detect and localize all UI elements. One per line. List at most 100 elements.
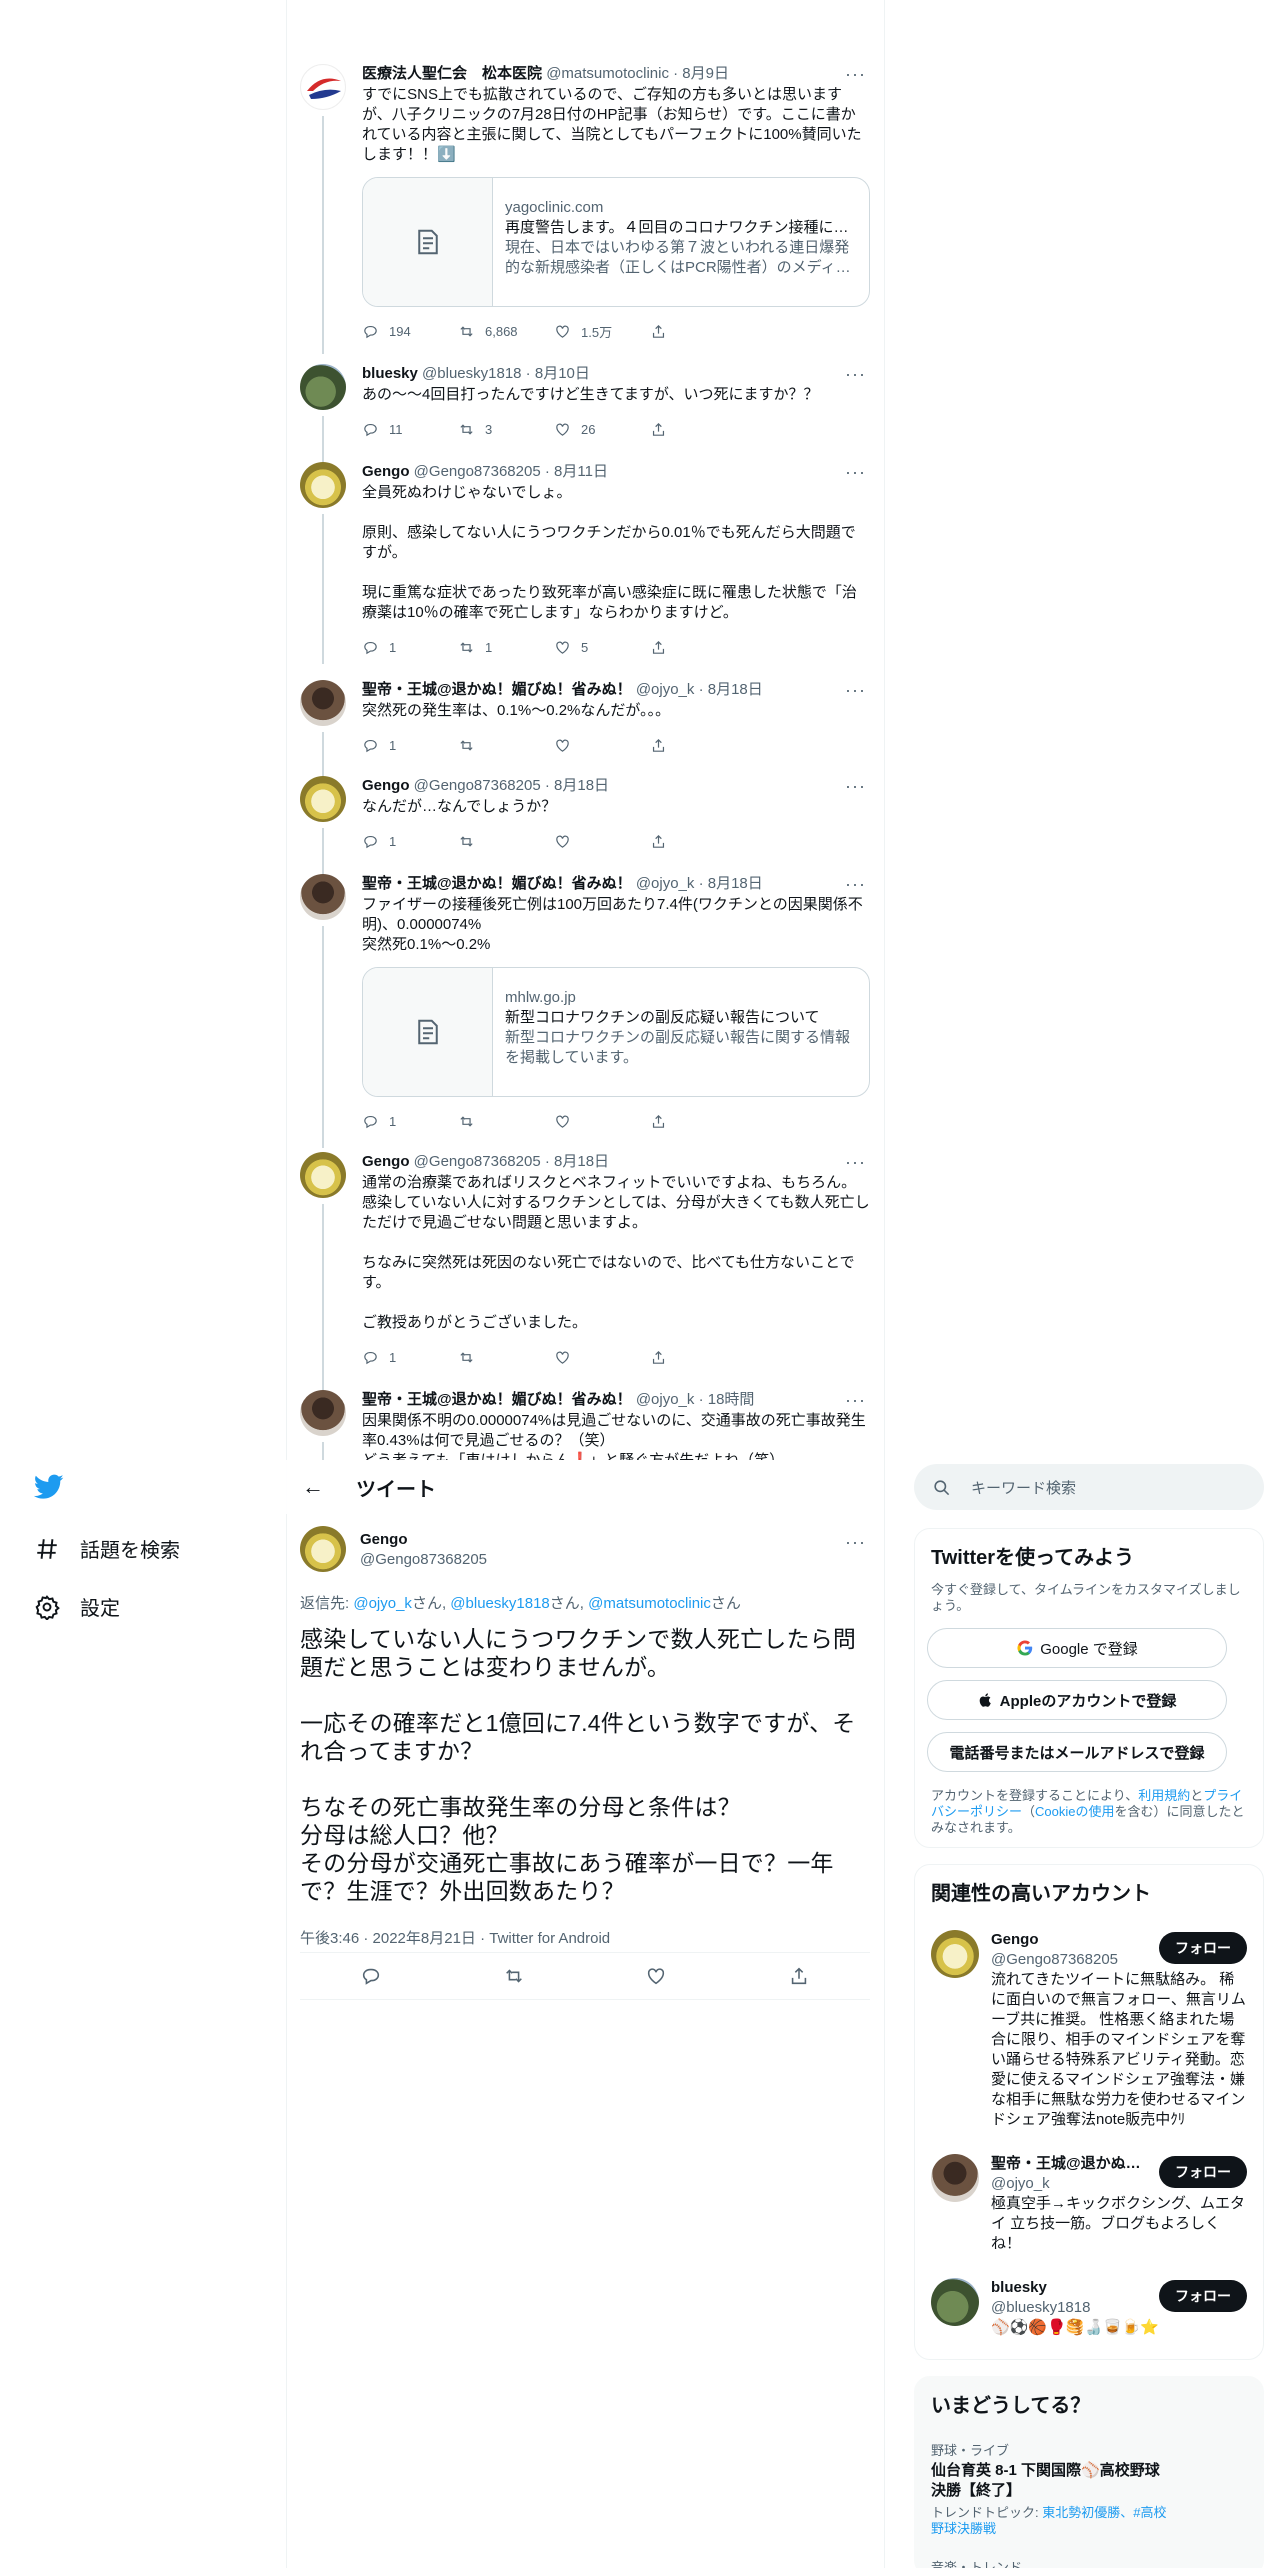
like-button[interactable] bbox=[554, 833, 650, 850]
twitter-logo[interactable] bbox=[33, 1474, 64, 1505]
reply-button[interactable]: 1 bbox=[362, 639, 458, 656]
thread-tweet[interactable]: 医療法人聖仁会 松本医院 @matsumotoclinic · 8月9日 ···… bbox=[300, 64, 870, 354]
account-cell[interactable]: Gengo @Gengo87368205 フォロー 流れてきたツイートに無駄絡み。… bbox=[915, 1918, 1263, 2142]
share-button[interactable] bbox=[650, 1113, 746, 1130]
share-button[interactable] bbox=[650, 833, 746, 850]
author-name[interactable]: Gengo bbox=[360, 1530, 870, 1550]
retweet-button[interactable]: 1 bbox=[458, 639, 554, 656]
retweet-icon[interactable] bbox=[503, 1965, 525, 1987]
reply-to-link[interactable]: @ojyo_k bbox=[353, 1595, 412, 1612]
author-name[interactable]: 聖帝・王城@退かぬ！媚びぬ！省みぬ！ bbox=[362, 681, 632, 698]
avatar[interactable] bbox=[931, 2278, 979, 2326]
reply-button[interactable]: 1 bbox=[362, 1349, 458, 1366]
tweet-date[interactable]: 18時間 bbox=[708, 1391, 755, 1408]
retweet-button[interactable] bbox=[458, 833, 554, 850]
more-icon[interactable]: ··· bbox=[845, 462, 866, 483]
retweet-button[interactable] bbox=[458, 1349, 554, 1366]
avatar[interactable] bbox=[300, 776, 346, 822]
retweet-button[interactable]: 6,868 bbox=[458, 323, 554, 340]
thread-tweet[interactable]: bluesky @bluesky1818 · 8月10日 ··· あの〜〜4回目… bbox=[300, 364, 870, 464]
like-button[interactable] bbox=[554, 1349, 650, 1366]
nav-explore[interactable]: 話題を検索 bbox=[34, 1534, 180, 1563]
more-icon[interactable]: ··· bbox=[845, 776, 866, 797]
share-button[interactable] bbox=[650, 737, 746, 754]
like-button[interactable]: 26 bbox=[554, 421, 650, 438]
like-button[interactable]: 1.5万 bbox=[554, 322, 650, 341]
reply-button[interactable]: 1 bbox=[362, 1113, 458, 1130]
author-name[interactable]: 聖帝・王城@退かぬ！媚びぬ！省みぬ！ bbox=[362, 1391, 632, 1408]
avatar[interactable] bbox=[300, 64, 346, 110]
thread-tweet[interactable]: 聖帝・王城@退かぬ！媚びぬ！省みぬ！ @ojyo_k · 8月18日 ··· フ… bbox=[300, 874, 870, 1148]
avatar[interactable] bbox=[300, 1152, 346, 1198]
reply-button[interactable]: 11 bbox=[362, 421, 458, 438]
reply-icon[interactable] bbox=[360, 1965, 382, 1987]
link-card[interactable]: yagoclinic.com 再度警告します。４回目のコロナワクチン接種に… 現… bbox=[362, 177, 870, 307]
like-button[interactable] bbox=[554, 737, 650, 754]
back-arrow-icon[interactable]: ← bbox=[302, 1474, 342, 1500]
apple-signup-button[interactable]: Appleのアカウントで登録 bbox=[927, 1680, 1227, 1720]
phone-email-signup-button[interactable]: 電話番号またはメールアドレスで登録 bbox=[927, 1732, 1227, 1772]
avatar[interactable] bbox=[931, 2154, 979, 2202]
tweet-date[interactable]: 8月9日 bbox=[682, 65, 729, 82]
like-button[interactable]: 5 bbox=[554, 639, 650, 656]
share-button[interactable] bbox=[650, 421, 746, 438]
tweet-date[interactable]: 8月18日 bbox=[554, 777, 609, 794]
author-handle[interactable]: @ojyo_k bbox=[636, 1391, 695, 1408]
avatar[interactable] bbox=[931, 1930, 979, 1978]
thread-tweet[interactable]: 聖帝・王城@退かぬ！媚びぬ！省みぬ！ @ojyo_k · 8月18日 ··· 突… bbox=[300, 680, 870, 780]
author-name[interactable]: Gengo bbox=[362, 1153, 410, 1170]
more-icon[interactable]: ··· bbox=[845, 874, 866, 895]
share-button[interactable] bbox=[650, 323, 746, 340]
link-card[interactable]: mhlw.go.jp 新型コロナワクチンの副反応疑い報告について 新型コロナワク… bbox=[362, 967, 870, 1097]
follow-button[interactable]: フォロー bbox=[1159, 2280, 1247, 2312]
tweet-date[interactable]: 8月18日 bbox=[708, 875, 763, 892]
tweet-date[interactable]: 8月11日 bbox=[554, 463, 608, 480]
author-handle[interactable]: @ojyo_k bbox=[636, 875, 695, 892]
thread-tweet[interactable]: 聖帝・王城@退かぬ！媚びぬ！省みぬ！ @ojyo_k · 18時間 ··· 因果… bbox=[300, 1390, 870, 1460]
more-icon[interactable]: ··· bbox=[845, 1152, 866, 1173]
reply-to-link[interactable]: @matsumotoclinic bbox=[588, 1595, 711, 1612]
share-button[interactable] bbox=[650, 1349, 746, 1366]
heart-icon[interactable] bbox=[645, 1965, 667, 1987]
search-input[interactable]: キーワード検索 bbox=[914, 1464, 1264, 1510]
retweet-button[interactable] bbox=[458, 1113, 554, 1130]
retweet-button[interactable] bbox=[458, 737, 554, 754]
author-name[interactable]: 聖帝・王城@退かぬ！媚びぬ！省みぬ！ bbox=[362, 875, 632, 892]
google-signup-button[interactable]: Google で登録 bbox=[927, 1628, 1227, 1668]
author-name[interactable]: Gengo bbox=[362, 777, 410, 794]
retweet-button[interactable]: 3 bbox=[458, 421, 554, 438]
author-handle[interactable]: @ojyo_k bbox=[636, 681, 695, 698]
author-name[interactable]: bluesky bbox=[362, 365, 418, 382]
author-name[interactable]: Gengo bbox=[362, 463, 410, 480]
author-handle[interactable]: @Gengo87368205 bbox=[414, 1153, 541, 1170]
tweet-date[interactable]: 8月10日 bbox=[535, 365, 590, 382]
tweet-date[interactable]: 8月18日 bbox=[554, 1153, 609, 1170]
avatar[interactable] bbox=[300, 680, 346, 726]
author-handle[interactable]: @bluesky1818 bbox=[422, 365, 521, 382]
more-icon[interactable]: ··· bbox=[845, 1532, 866, 1553]
share-button[interactable] bbox=[650, 639, 746, 656]
like-button[interactable] bbox=[554, 1113, 650, 1130]
author-handle[interactable]: @Gengo87368205 bbox=[414, 463, 541, 480]
reply-button[interactable]: 1 bbox=[362, 737, 458, 754]
thread-tweet[interactable]: Gengo @Gengo87368205 · 8月18日 ··· 通常の治療薬で… bbox=[300, 1152, 870, 1390]
follow-button[interactable]: フォロー bbox=[1159, 2156, 1247, 2188]
avatar[interactable] bbox=[300, 874, 346, 920]
tweet-timestamp[interactable]: 午後3:46 · 2022年8月21日 · Twitter for Androi… bbox=[300, 1927, 870, 1948]
author-name[interactable]: 医療法人聖仁会 松本医院 bbox=[362, 65, 542, 82]
cookie-link[interactable]: Cookieの使用 bbox=[1035, 1804, 1114, 1819]
share-icon[interactable] bbox=[788, 1965, 810, 1987]
reply-button[interactable]: 1 bbox=[362, 833, 458, 850]
author-handle[interactable]: @matsumotoclinic bbox=[546, 65, 669, 82]
account-cell[interactable]: bluesky @bluesky1818 フォロー ⚾️⚽️🏀🥊🥞🍶🥃🍺⭐ bbox=[915, 2266, 1263, 2350]
account-cell[interactable]: 聖帝・王城@退かぬ！媚びぬ！省みぬ！ @ojyo_k フォロー 極真空手→キックボ… bbox=[915, 2142, 1263, 2266]
follow-button[interactable]: フォロー bbox=[1159, 1932, 1247, 1964]
more-icon[interactable]: ··· bbox=[845, 364, 866, 385]
reply-button[interactable]: 194 bbox=[362, 323, 458, 340]
nav-settings[interactable]: 設定 bbox=[34, 1592, 120, 1621]
author-handle[interactable]: @Gengo87368205 bbox=[360, 1550, 870, 1570]
thread-tweet[interactable]: Gengo @Gengo87368205 · 8月18日 ··· なんだが…なん… bbox=[300, 776, 870, 876]
tweet-date[interactable]: 8月18日 bbox=[708, 681, 763, 698]
more-icon[interactable]: ··· bbox=[845, 64, 866, 85]
terms-link[interactable]: 利用規約 bbox=[1138, 1788, 1190, 1803]
